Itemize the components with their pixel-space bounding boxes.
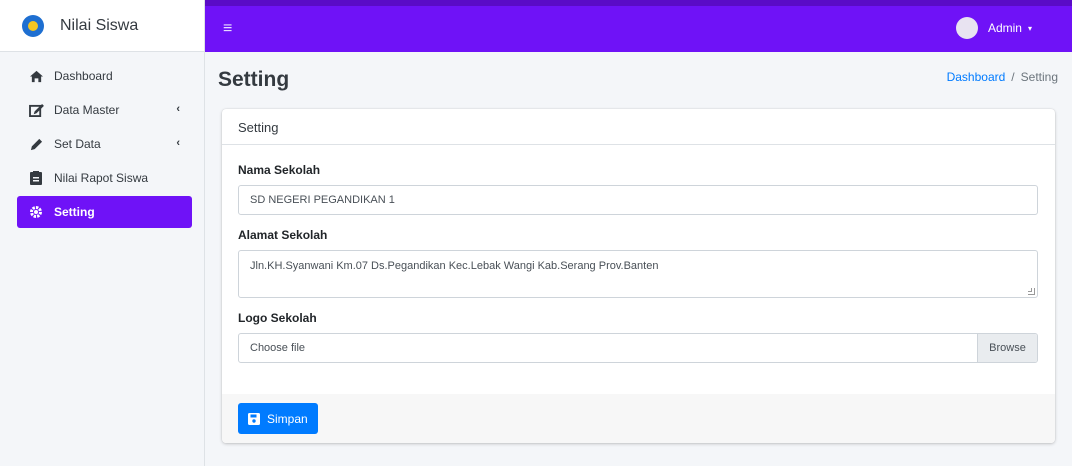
card-body: Nama Sekolah SD NEGERI PEGANDIKAN 1 Alam… xyxy=(222,145,1055,363)
clipboard-icon xyxy=(27,171,45,185)
sidebar-item-dashboard[interactable]: Dashboard xyxy=(17,60,192,92)
chevron-left-icon: ‹ xyxy=(176,103,180,115)
avatar xyxy=(955,17,978,39)
sidebar: Nilai Siswa Dashboard Data Master ‹ Set … xyxy=(0,0,205,466)
nama-sekolah-value: SD NEGERI PEGANDIKAN 1 xyxy=(250,194,395,206)
brand[interactable]: Nilai Siswa xyxy=(0,0,204,52)
breadcrumb-dashboard-link[interactable]: Dashboard xyxy=(947,70,1006,84)
sidebar-item-label: Dashboard xyxy=(54,69,113,83)
breadcrumb-separator: / xyxy=(1011,70,1015,84)
sidebar-item-nilai-rapot-siswa[interactable]: Nilai Rapot Siswa xyxy=(17,162,192,194)
logo-file-input[interactable]: Choose file Browse xyxy=(238,333,1038,363)
chevron-left-icon: ‹ xyxy=(176,137,180,149)
save-button-label: Simpan xyxy=(267,411,308,426)
alamat-sekolah-label: Alamat Sekolah xyxy=(238,228,328,242)
menu-toggle-icon[interactable]: ≡ xyxy=(223,20,232,38)
nama-sekolah-label: Nama Sekolah xyxy=(238,163,321,177)
logo-sekolah-label: Logo Sekolah xyxy=(238,311,317,325)
gear-icon xyxy=(27,205,45,219)
setting-card: Setting Nama Sekolah SD NEGERI PEGANDIKA… xyxy=(222,109,1055,443)
pencil-icon xyxy=(27,137,45,151)
alamat-sekolah-field[interactable]: Jln.KH.Syanwani Km.07 Ds.Pegandikan Kec.… xyxy=(238,250,1038,298)
sidebar-nav: Dashboard Data Master ‹ Set Data ‹ Nilai… xyxy=(0,52,204,228)
user-menu[interactable]: Admin ▾ xyxy=(955,17,1032,39)
sidebar-item-label: Nilai Rapot Siswa xyxy=(54,171,149,185)
save-icon xyxy=(248,412,260,425)
home-icon xyxy=(27,69,45,83)
breadcrumb: Dashboard / Setting xyxy=(947,70,1058,84)
browse-button[interactable]: Browse xyxy=(977,334,1037,362)
topbar: ≡ Admin ▾ xyxy=(205,0,1072,52)
edit-icon xyxy=(27,103,45,117)
card-footer: Simpan xyxy=(222,394,1055,443)
sidebar-item-set-data[interactable]: Set Data ‹ xyxy=(17,128,192,160)
school-logo-icon xyxy=(22,14,44,37)
brand-name: Nilai Siswa xyxy=(60,16,139,34)
alamat-sekolah-value: Jln.KH.Syanwani Km.07 Ds.Pegandikan Kec.… xyxy=(250,260,659,272)
nama-sekolah-field[interactable]: SD NEGERI PEGANDIKAN 1 xyxy=(238,185,1038,215)
sidebar-item-label: Data Master xyxy=(54,103,120,117)
card-header: Setting xyxy=(222,109,1055,145)
save-button[interactable]: Simpan xyxy=(238,403,318,434)
chevron-down-icon: ▾ xyxy=(1027,23,1032,33)
sidebar-item-data-master[interactable]: Data Master ‹ xyxy=(17,94,192,126)
breadcrumb-current: Setting xyxy=(1020,70,1058,84)
sidebar-item-label: Setting xyxy=(54,205,95,219)
user-name: Admin xyxy=(987,21,1022,35)
sidebar-item-label: Set Data xyxy=(54,137,101,151)
resize-handle-icon[interactable] xyxy=(1028,288,1035,295)
file-input-label[interactable]: Choose file xyxy=(239,334,977,362)
page-title: Setting xyxy=(218,68,290,91)
sidebar-item-setting[interactable]: Setting xyxy=(17,196,192,228)
